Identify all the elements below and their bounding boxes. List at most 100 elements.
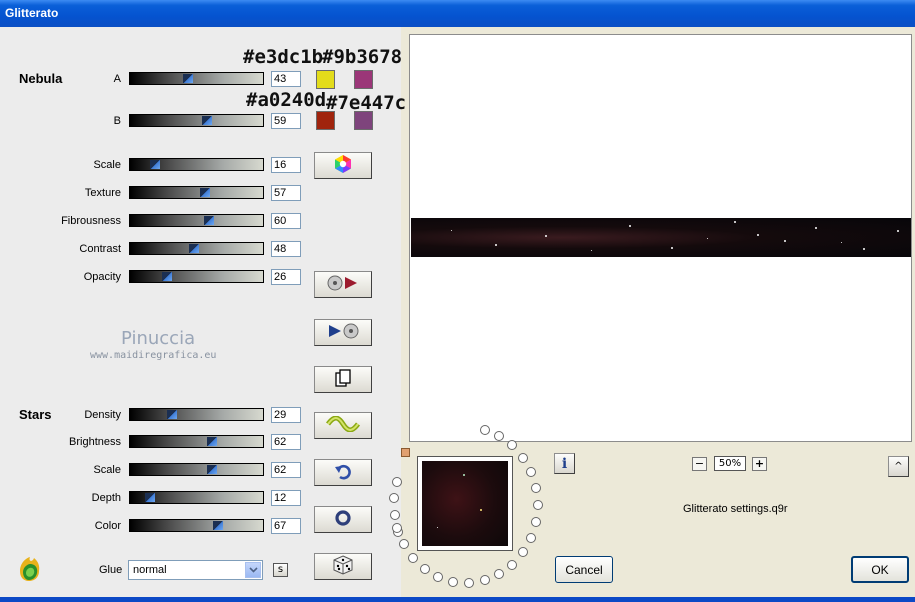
navigator-corner-marker[interactable] [401, 448, 410, 457]
stars-color-slider[interactable] [129, 519, 264, 532]
nebula-b-hex2: #7e447c [326, 92, 407, 114]
stars-density-label: Density [84, 409, 121, 421]
undo-button[interactable] [314, 459, 372, 486]
stars-color-value[interactable]: 67 [271, 518, 301, 534]
expand-button[interactable]: ^ [888, 456, 909, 477]
nebula-a-value[interactable]: 43 [271, 71, 301, 87]
random-button[interactable] [314, 553, 372, 580]
stars-scale-label: Scale [93, 464, 121, 476]
dial-ring[interactable] [464, 577, 475, 588]
nebula-a-slider[interactable] [129, 72, 264, 85]
info-icon: i [561, 455, 568, 472]
title-bar: Glitterato [0, 0, 915, 27]
stars-depth-value[interactable]: 12 [271, 490, 301, 506]
dial-ring[interactable] [507, 559, 518, 570]
dial-ring[interactable] [479, 424, 490, 435]
dice-icon [333, 555, 353, 578]
slider-thumb[interactable] [202, 116, 212, 125]
dial-ring[interactable] [494, 568, 505, 579]
stars-scale-value[interactable]: 62 [271, 462, 301, 478]
nebula-fibrousness-slider[interactable] [129, 214, 264, 227]
glue-s-button[interactable]: s [273, 563, 288, 577]
zoom-in-button[interactable]: + [752, 457, 767, 471]
play-disk-icon [326, 322, 360, 343]
stars-density-slider[interactable] [129, 408, 264, 421]
dial-ring[interactable] [533, 500, 543, 510]
reset-button[interactable] [314, 506, 372, 533]
nebula-scale-label: Scale [93, 159, 121, 171]
zoom-level: 50% [714, 456, 746, 471]
cancel-button[interactable]: Cancel [555, 556, 613, 583]
stars-brightness-value[interactable]: 62 [271, 434, 301, 450]
glue-select[interactable]: normal [128, 560, 263, 580]
dial-ring[interactable] [419, 563, 430, 574]
nebula-scale-value[interactable]: 16 [271, 157, 301, 173]
slider-thumb[interactable] [213, 521, 223, 530]
chevron-up-icon: ^ [894, 461, 903, 472]
slider-thumb[interactable] [162, 272, 172, 281]
copy-icon [335, 369, 351, 390]
load-preset-button[interactable] [314, 271, 372, 298]
ok-button[interactable]: OK [851, 556, 909, 583]
save-preset-button[interactable] [314, 319, 372, 346]
dial-ring[interactable] [526, 467, 537, 478]
dial-ring[interactable] [448, 576, 459, 587]
nebula-a-color1-swatch[interactable] [316, 70, 335, 89]
stars-color-label: Color [94, 520, 121, 532]
stars-density-value[interactable]: 29 [271, 407, 301, 423]
slider-thumb[interactable] [200, 188, 210, 197]
nebula-opacity-value[interactable]: 26 [271, 269, 301, 285]
zoom-out-button[interactable]: − [692, 457, 707, 471]
dial-ring[interactable] [392, 476, 403, 487]
nebula-contrast-label: Contrast [79, 243, 121, 255]
slider-thumb[interactable] [189, 244, 199, 253]
nebula-contrast-slider[interactable] [129, 242, 264, 255]
slider-thumb[interactable] [183, 74, 193, 83]
dial-ring[interactable] [389, 510, 400, 521]
stars-brightness-slider[interactable] [129, 435, 264, 448]
stars-scale-slider[interactable] [129, 463, 264, 476]
ring-icon [334, 509, 352, 530]
dial-ring[interactable] [407, 552, 418, 563]
stars-depth-slider[interactable] [129, 491, 264, 504]
nebula-a-hex2: #9b3678 [322, 46, 403, 68]
nebula-b-slider[interactable] [129, 114, 264, 127]
copy-button[interactable] [314, 366, 372, 393]
watermark-url: www.maidiregrafica.eu [90, 350, 217, 361]
slider-thumb[interactable] [150, 160, 160, 169]
dial-ring[interactable] [507, 440, 518, 451]
preview-canvas[interactable] [409, 34, 912, 442]
dial-ring[interactable] [531, 483, 542, 494]
dial-ring[interactable] [526, 532, 537, 543]
slider-thumb[interactable] [207, 465, 217, 474]
dial-ring[interactable] [518, 547, 529, 558]
chevron-down-icon[interactable] [245, 562, 261, 578]
color-wheel-button[interactable] [314, 152, 372, 179]
slider-thumb[interactable] [204, 216, 214, 225]
slider-thumb[interactable] [207, 437, 217, 446]
dial-ring[interactable] [433, 571, 444, 582]
window-bottom-border [0, 597, 915, 602]
nebula-a-color2-swatch[interactable] [354, 70, 373, 89]
nebula-scale-slider[interactable] [129, 158, 264, 171]
dial-ring[interactable] [479, 575, 490, 586]
dial-ring[interactable] [398, 538, 409, 549]
color-wheel-icon [333, 154, 353, 177]
glue-select-value: normal [133, 564, 167, 576]
nebula-preview-strip [411, 218, 911, 257]
wave-button[interactable] [314, 412, 372, 439]
nebula-b-value[interactable]: 59 [271, 113, 301, 129]
dial-ring[interactable] [531, 516, 542, 527]
nebula-fibrousness-value[interactable]: 60 [271, 213, 301, 229]
nebula-opacity-slider[interactable] [129, 270, 264, 283]
nebula-texture-slider[interactable] [129, 186, 264, 199]
slider-thumb[interactable] [145, 493, 155, 502]
window-title: Glitterato [5, 6, 59, 20]
navigator-thumbnail[interactable] [417, 456, 513, 551]
nebula-texture-value[interactable]: 57 [271, 185, 301, 201]
info-button[interactable]: i [554, 453, 575, 474]
slider-thumb[interactable] [167, 410, 177, 419]
nebula-contrast-value[interactable]: 48 [271, 241, 301, 257]
wave-icon [326, 415, 360, 435]
dial-ring[interactable] [518, 452, 529, 463]
